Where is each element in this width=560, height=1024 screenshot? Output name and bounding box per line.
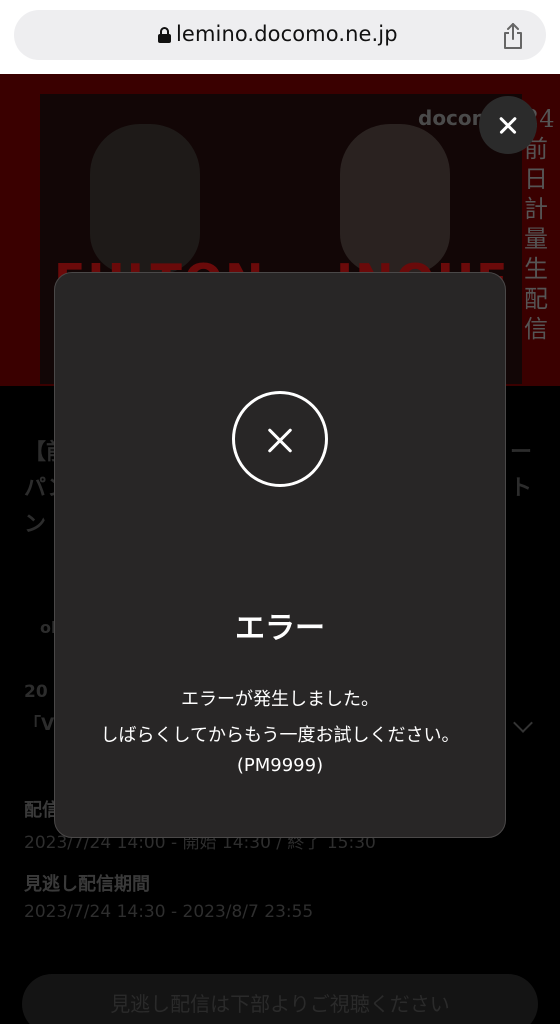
chevron-down-icon[interactable]: [513, 713, 533, 733]
error-message-line1: エラーが発生しました。: [181, 689, 379, 710]
error-title: エラー: [235, 611, 325, 646]
lock-icon: [158, 27, 171, 43]
replay-label: 見逃し配信期間: [24, 874, 150, 895]
browser-bar: lemino.docomo.ne.jp: [0, 0, 560, 74]
error-message-line2: しばらくしてからもう一度お試しください。: [100, 725, 460, 746]
date-fragment: 20: [24, 682, 48, 702]
fighter-right-image: [340, 124, 450, 274]
error-dialog: エラー エラーが発生しました。 しばらくしてからもう一度お試しください。 (PM…: [54, 272, 506, 838]
close-button[interactable]: [479, 96, 537, 154]
title-fragment: ン: [24, 512, 47, 537]
url-text[interactable]: lemino.docomo.ne.jp: [176, 22, 398, 46]
title-fragment: ー: [510, 440, 533, 465]
error-icon: [232, 391, 328, 487]
replay-value: 2023/7/24 14:30 - 2023/8/7 23:55: [24, 902, 314, 922]
title-fragment: ト: [510, 476, 533, 501]
fighter-left-image: [90, 124, 200, 274]
url-bar[interactable]: lemino.docomo.ne.jp: [14, 10, 546, 60]
watch-replay-button[interactable]: 見逃し配信は下部よりご視聴ください: [22, 974, 538, 1024]
error-code: (PM9999): [236, 755, 324, 776]
sub-fragment: 「V: [24, 715, 55, 735]
share-icon[interactable]: [500, 22, 526, 50]
